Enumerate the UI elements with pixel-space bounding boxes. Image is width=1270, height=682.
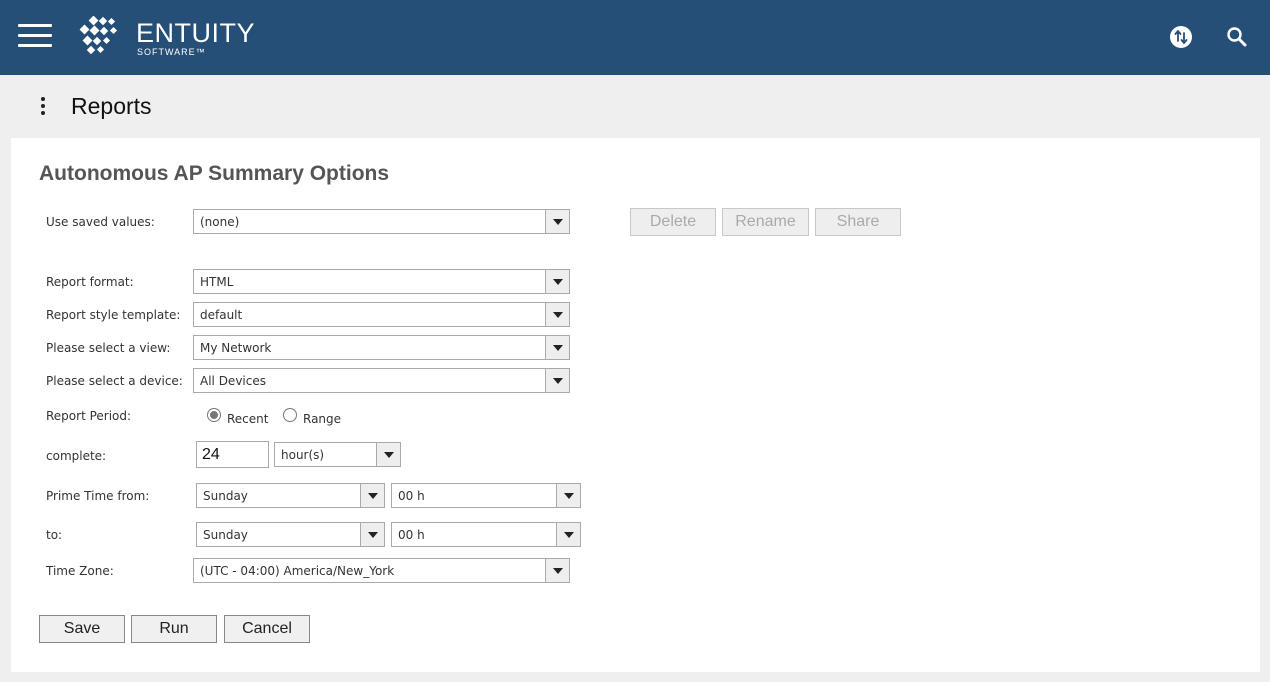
range-radio[interactable] [283,408,297,422]
chevron-down-icon [376,443,400,466]
recent-radio[interactable] [207,408,221,422]
range-radio-label: Range [303,412,342,426]
cancel-button[interactable]: Cancel [224,615,310,643]
prime-from-label: Prime Time from: [46,489,150,503]
timezone-label: Time Zone: [46,564,114,578]
saved-values-select[interactable]: (none) [193,209,570,234]
view-value: My Network [200,341,272,355]
prime-from-hour-value: 00 h [398,489,425,503]
complete-unit-value: hour(s) [281,448,325,462]
prime-from-hour-select[interactable]: 00 h [391,483,581,508]
recent-radio-label: Recent [227,412,269,426]
report-options-panel: Autonomous AP Summary Options Use saved … [11,138,1260,672]
device-select[interactable]: All Devices [193,368,570,393]
kebab-icon[interactable] [36,97,50,119]
report-format-label: Report format: [46,275,134,289]
chevron-down-icon [545,303,569,326]
prime-to-day-select[interactable]: Sunday [196,522,385,547]
logo-text: ENTUITY [136,18,256,48]
report-format-select[interactable]: HTML [193,269,570,294]
chevron-down-icon [545,559,569,582]
prime-to-label: to: [46,528,63,542]
prime-from-day-select[interactable]: Sunday [196,483,385,508]
prime-to-day-value: Sunday [203,528,248,542]
logo-mark-icon [79,16,118,55]
view-label: Please select a view: [46,341,171,355]
logo-subtext: SOFTWARE™ [137,47,206,57]
chevron-down-icon [556,523,580,546]
complete-unit-select[interactable]: hour(s) [274,442,401,467]
style-template-select[interactable]: default [193,302,570,327]
rename-button[interactable]: Rename [722,208,809,236]
complete-label: complete: [46,449,107,463]
share-button[interactable]: Share [815,208,901,236]
chevron-down-icon [545,369,569,392]
saved-values-value: (none) [200,215,240,229]
prime-to-hour-select[interactable]: 00 h [391,522,581,547]
timezone-select[interactable]: (UTC - 04:00) America/New_York [193,558,570,583]
search-icon[interactable] [1225,25,1249,49]
run-button[interactable]: Run [131,615,217,643]
chevron-down-icon [545,210,569,233]
style-template-value: default [200,308,243,322]
view-select[interactable]: My Network [193,335,570,360]
page-title: Reports [71,93,152,119]
chevron-down-icon [545,270,569,293]
hamburger-icon[interactable] [18,24,52,48]
report-format-value: HTML [200,275,234,289]
chevron-down-icon [360,523,384,546]
form-title: Autonomous AP Summary Options [39,162,390,185]
saved-values-label: Use saved values: [46,215,155,229]
sync-icon[interactable] [1169,25,1193,49]
prime-to-hour-value: 00 h [398,528,425,542]
chevron-down-icon [545,336,569,359]
top-bar: ENTUITY SOFTWARE™ [0,0,1270,75]
style-template-label: Report style template: [46,308,181,322]
page-title-bar: Reports [0,75,1270,137]
save-button[interactable]: Save [39,615,125,643]
report-period-label: Report Period: [46,409,132,423]
device-value: All Devices [200,374,266,388]
chevron-down-icon [360,484,384,507]
timezone-value: (UTC - 04:00) America/New_York [200,564,395,578]
device-label: Please select a device: [46,374,183,388]
delete-button[interactable]: Delete [630,208,716,236]
complete-input[interactable]: 24 [196,441,269,468]
chevron-down-icon [556,484,580,507]
prime-from-day-value: Sunday [203,489,248,503]
